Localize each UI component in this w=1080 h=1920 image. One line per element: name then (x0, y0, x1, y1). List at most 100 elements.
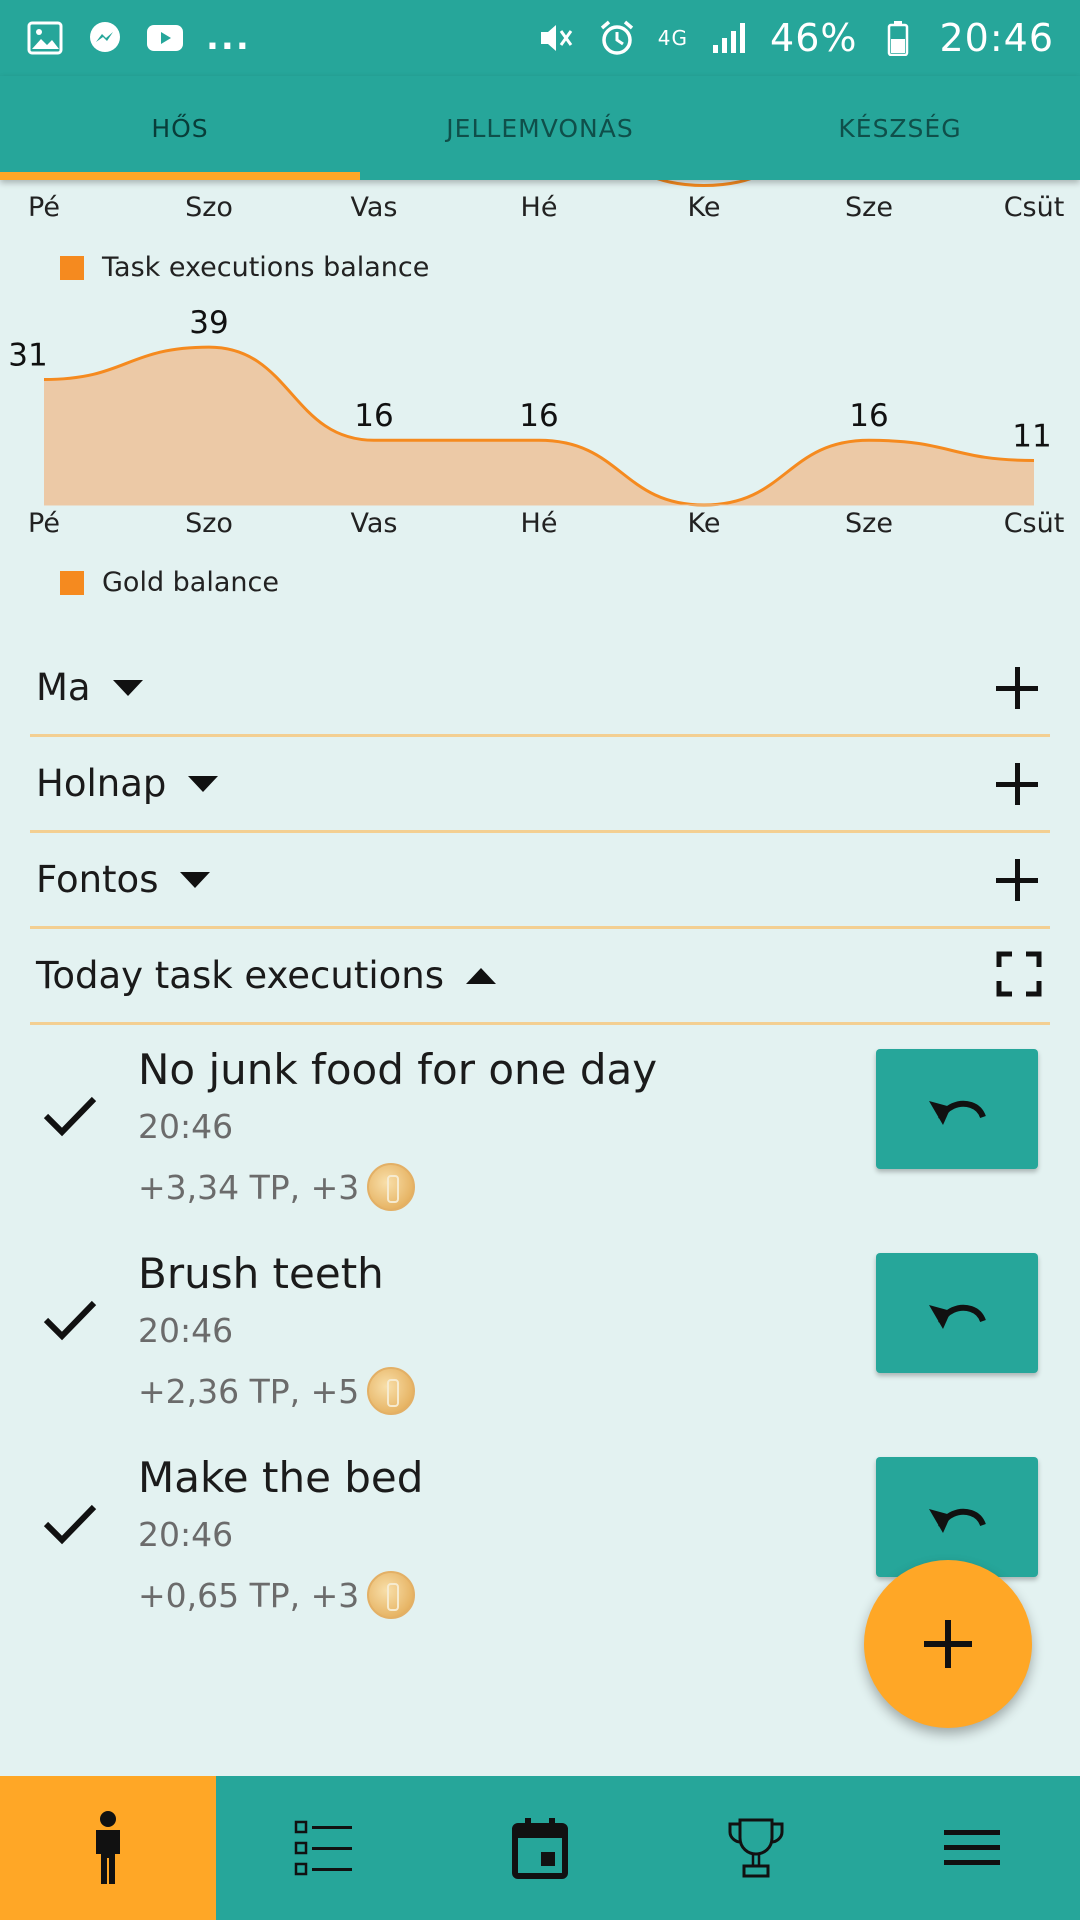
nav-hero[interactable] (0, 1776, 216, 1920)
task-execution-item: Brush teeth 20:46 +2,36 TP, +5 (0, 1241, 1080, 1441)
chart1-x-tick-label: Csüt (1004, 192, 1065, 223)
task-time: 20:46 (138, 1515, 234, 1554)
chart2-x-tick-label: Szo (185, 508, 233, 539)
chart2-data-label: 16 (849, 398, 888, 434)
add-task-fab[interactable] (864, 1560, 1032, 1728)
trophy-icon (728, 1818, 784, 1878)
expand-caret-icon[interactable] (188, 775, 219, 792)
checkmark-icon (40, 1085, 100, 1145)
battery-percent: 46% (770, 16, 858, 60)
undo-button[interactable] (876, 1253, 1038, 1373)
tab-bar: HŐS JELLEMVONÁS KÉSZSÉG (0, 76, 1080, 180)
checkmark-icon (40, 1289, 100, 1349)
status-bar: ... 4G 46% 20:46 (0, 0, 1080, 76)
chart2-data-label: 16 (519, 398, 558, 434)
section-tomorrow[interactable]: Holnap (30, 737, 1050, 833)
section-title: Today task executions (36, 954, 444, 997)
section-today[interactable]: Ma (30, 641, 1050, 737)
chart2-data-label: 31 (8, 338, 47, 374)
hero-person-icon (96, 1811, 120, 1884)
tab-label: JELLEMVONÁS (446, 113, 634, 143)
chart2-x-tick-label: Csüt (1004, 508, 1065, 539)
active-tab-indicator (0, 172, 360, 180)
chart2-x-tick-label: Ke (688, 508, 721, 539)
menu-icon (944, 1830, 1000, 1865)
nav-achievements[interactable] (648, 1776, 864, 1920)
task-name: No junk food for one day (138, 1045, 658, 1094)
section-today-executions[interactable]: Today task executions (30, 929, 1050, 1025)
legend-swatch (60, 570, 84, 595)
add-today-task-button[interactable] (992, 663, 1042, 713)
chart2-x-tick-label: Sze (845, 508, 893, 539)
section-title: Holnap (36, 762, 167, 805)
checkmark-icon (40, 1493, 100, 1553)
chart2-data-label: 11 (1012, 418, 1051, 454)
tab-hero[interactable]: HŐS (0, 76, 360, 180)
image-icon (26, 20, 64, 56)
alarm-icon (598, 20, 636, 56)
clock: 20:46 (939, 16, 1054, 60)
tab-traits[interactable]: JELLEMVONÁS (360, 76, 720, 180)
add-tomorrow-task-button[interactable] (992, 759, 1042, 809)
expand-caret-icon[interactable] (112, 679, 143, 696)
reward-text: +0,65 TP, +3 (138, 1575, 360, 1615)
chart2-data-label: 16 (354, 398, 393, 434)
chart1-x-tick-label: Sze (845, 192, 893, 223)
task-name: Brush teeth (138, 1249, 384, 1298)
legend-swatch (60, 255, 84, 280)
legend-task-executions: Task executions balance (60, 252, 429, 283)
network-type: 4G (657, 26, 689, 50)
expand-caret-icon[interactable] (180, 871, 211, 888)
chart1-x-tick-label: Szo (185, 192, 233, 223)
undo-button[interactable] (876, 1049, 1038, 1169)
undo-icon (929, 1304, 986, 1329)
mute-icon (538, 20, 576, 56)
messenger-icon (86, 20, 124, 56)
tab-skills[interactable]: KÉSZSÉG (720, 76, 1080, 180)
undo-button[interactable] (876, 1457, 1038, 1577)
battery-icon (879, 20, 917, 56)
task-time: 20:46 (138, 1107, 234, 1146)
task-reward: +2,36 TP, +5 (138, 1367, 416, 1415)
chart2-data-label: 39 (189, 305, 228, 341)
more-notifications: ... (206, 18, 251, 58)
gold-coin-icon (367, 1571, 416, 1619)
nav-tasks[interactable] (216, 1776, 432, 1920)
signal-icon (710, 20, 748, 56)
task-time: 20:46 (138, 1311, 234, 1350)
legend-gold-balance: Gold balance (60, 567, 279, 598)
plus-icon (924, 1620, 972, 1668)
reward-text: +3,34 TP, +3 (138, 1167, 360, 1207)
legend-label: Gold balance (102, 567, 279, 598)
fullscreen-icon[interactable] (996, 951, 1042, 1001)
tab-label: KÉSZSÉG (838, 113, 962, 143)
legend-label: Task executions balance (102, 252, 430, 283)
nav-calendar[interactable] (432, 1776, 648, 1920)
section-important[interactable]: Fontos (30, 833, 1050, 929)
chart1-x-tick-label: Hé (521, 192, 558, 223)
task-list-icon (294, 1820, 352, 1876)
section-title: Ma (36, 666, 91, 709)
task-reward: +0,65 TP, +3 (138, 1571, 416, 1619)
undo-icon (929, 1100, 986, 1125)
undo-icon (929, 1508, 986, 1533)
chart1-x-tick-label: Vas (351, 192, 398, 223)
gold-coin-icon (367, 1163, 416, 1211)
bottom-navigation (0, 1776, 1080, 1920)
chart1-line (657, 180, 751, 187)
task-name: Make the bed (138, 1453, 424, 1502)
chart1-x-tick-label: Ke (688, 192, 721, 223)
section-title: Fontos (36, 858, 159, 901)
task-reward: +3,34 TP, +3 (138, 1163, 416, 1211)
youtube-icon (146, 20, 184, 56)
calendar-icon (512, 1818, 568, 1879)
charts-svg: Pé Szo Vas Hé Ke Sze Csüt 31 39 16 16 16 11 Pé Szo Vas H… (8, 180, 1065, 539)
collapse-caret-icon[interactable] (466, 967, 496, 984)
chart2-x-tick-label: Pé (28, 508, 60, 539)
tab-label: HŐS (151, 113, 209, 143)
add-important-task-button[interactable] (992, 855, 1042, 905)
task-execution-item: No junk food for one day 20:46 +3,34 TP,… (0, 1037, 1080, 1237)
nav-menu[interactable] (864, 1776, 1080, 1920)
charts-area: Pé Szo Vas Hé Ke Sze Csüt 31 39 16 16 16 11 Pé Szo Vas H… (0, 180, 1080, 600)
chart1-x-tick-label: Pé (28, 192, 60, 223)
